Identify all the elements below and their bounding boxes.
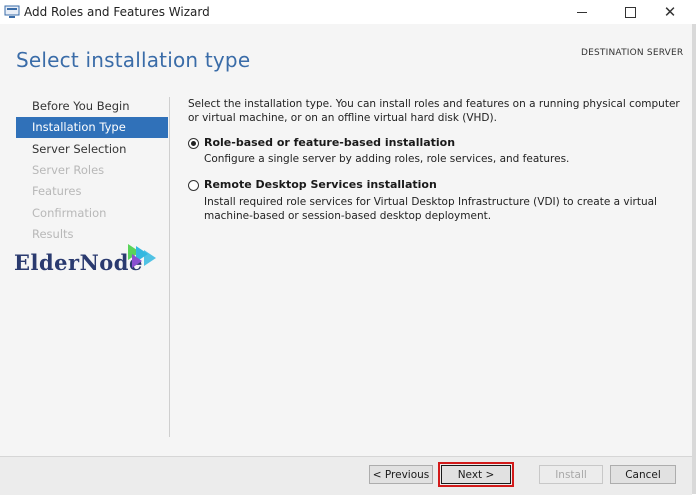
previous-button[interactable]: < Previous [369,465,433,484]
nav-item-server-roles: Server Roles [32,163,105,177]
window-edge [692,24,696,494]
role-based-option-description: Configure a single server by adding role… [204,153,570,165]
radio-selected-dot [191,141,196,146]
nav-divider [169,97,170,437]
instructions-text: Select the installation type. You can in… [188,98,680,124]
close-button[interactable]: ✕ [652,0,688,24]
remote-desktop-option-label[interactable]: Remote Desktop Services installation [204,178,437,191]
install-button: Install [539,465,603,484]
role-based-radio[interactable] [188,138,199,149]
window-title: Add Roles and Features Wizard [24,5,210,19]
next-button[interactable]: Next > [438,462,514,487]
maximize-button[interactable] [612,0,648,24]
cancel-button[interactable]: Cancel [610,465,676,484]
logo-arrows-icon [128,244,156,268]
title-bar: Add Roles and Features Wizard ✕ [0,0,696,24]
remote-desktop-option-description: Install required role services for Virtu… [204,196,657,222]
nav-item-confirmation: Confirmation [32,206,107,220]
server-manager-icon [4,5,20,18]
remote-desktop-radio[interactable] [188,180,199,191]
nav-item-features: Features [32,184,82,198]
minimize-icon [577,11,587,13]
minimize-button[interactable] [564,0,600,24]
close-icon: ✕ [663,2,677,21]
nav-item-server-selection[interactable]: Server Selection [16,139,168,160]
role-based-option-label[interactable]: Role-based or feature-based installation [204,136,455,149]
maximize-icon [624,6,636,18]
nav-item-installation-type[interactable]: Installation Type [16,117,168,138]
page-title: Select installation type [16,48,251,72]
destination-server-label: DESTINATION SERVER [581,48,684,58]
nav-item-before-you-begin[interactable]: Before You Begin [16,96,168,117]
